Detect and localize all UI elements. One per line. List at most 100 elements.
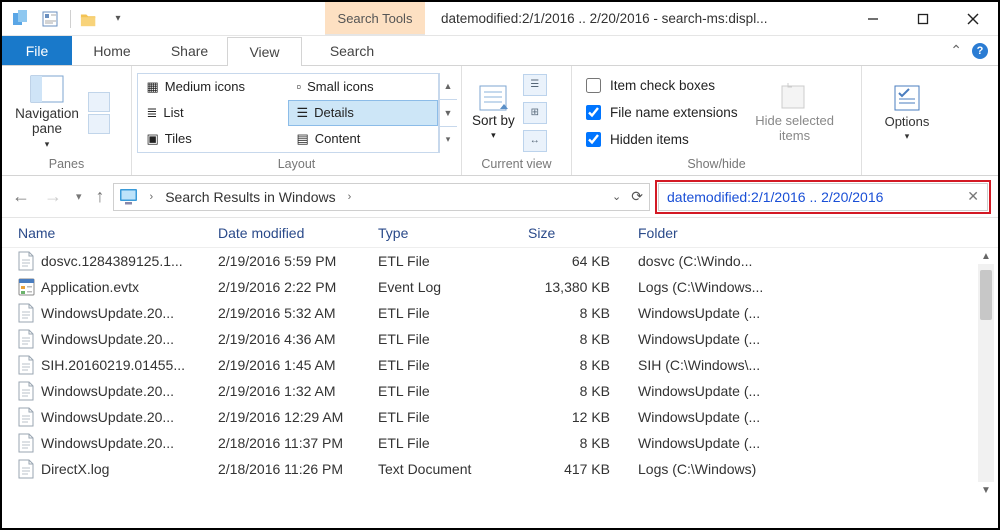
- recent-locations-button[interactable]: ▾: [76, 190, 82, 203]
- window-title: datemodified:2/1/2016 .. 2/20/2016 - sea…: [425, 2, 848, 35]
- file-name: DirectX.log: [41, 461, 109, 477]
- qat-customize-icon[interactable]: ▾: [107, 8, 129, 30]
- file-name: WindowsUpdate.20...: [41, 331, 174, 347]
- file-name: Application.evtx: [41, 279, 139, 295]
- new-folder-icon[interactable]: [79, 8, 101, 30]
- group-panes: Navigation pane ▾ Panes: [2, 66, 132, 175]
- tab-file[interactable]: File: [2, 36, 72, 65]
- address-bar[interactable]: › Search Results in Windows › ⌄ ⟳: [113, 183, 650, 211]
- file-row[interactable]: WindowsUpdate.20...2/18/2016 11:37 PMETL…: [2, 430, 998, 456]
- file-folder: Logs (C:\Windows...: [638, 279, 998, 295]
- file-folder: WindowsUpdate (...: [638, 409, 998, 425]
- quick-access-toolbar: ▾: [2, 2, 139, 35]
- breadcrumb-sep-icon[interactable]: ›: [344, 191, 356, 203]
- up-button[interactable]: ↑: [96, 186, 105, 207]
- group-current-view: Sort by ▾ ☰ ⊞ ↔ Current view: [462, 66, 572, 175]
- file-type: ETL File: [378, 409, 528, 425]
- maximize-button[interactable]: [898, 2, 948, 35]
- tab-search[interactable]: Search: [302, 36, 402, 65]
- search-input[interactable]: datemodified:2/1/2016 .. 2/20/2016 ✕: [658, 183, 988, 211]
- layout-gallery[interactable]: ▦Medium icons ▫Small icons ≣List ☰Detail…: [137, 73, 439, 153]
- scroll-up-icon[interactable]: ▲: [978, 248, 994, 264]
- file-folder: WindowsUpdate (...: [638, 331, 998, 347]
- hidden-items-toggle[interactable]: Hidden items: [582, 129, 738, 150]
- file-row[interactable]: WindowsUpdate.20...2/19/2016 1:32 AMETL …: [2, 378, 998, 404]
- size-columns-button[interactable]: ↔: [523, 130, 547, 152]
- file-row[interactable]: DirectX.log2/18/2016 11:26 PMText Docume…: [2, 456, 998, 482]
- file-date: 2/19/2016 12:29 AM: [218, 409, 378, 425]
- file-date: 2/19/2016 5:32 AM: [218, 305, 378, 321]
- file-row[interactable]: WindowsUpdate.20...2/19/2016 4:36 AMETL …: [2, 326, 998, 352]
- file-row[interactable]: WindowsUpdate.20...2/19/2016 5:32 AMETL …: [2, 300, 998, 326]
- file-type: ETL File: [378, 435, 528, 451]
- ribbon: Navigation pane ▾ Panes ▦Medium icons ▫S…: [2, 66, 998, 176]
- group-layout: ▦Medium icons ▫Small icons ≣List ☰Detail…: [132, 66, 462, 175]
- chevron-up-icon[interactable]: ▲: [440, 73, 457, 100]
- tab-view[interactable]: View: [227, 37, 302, 66]
- col-name[interactable]: Name: [18, 225, 218, 241]
- col-size[interactable]: Size: [528, 225, 638, 241]
- col-date[interactable]: Date modified: [218, 225, 378, 241]
- layout-list[interactable]: ≣List: [138, 100, 288, 126]
- file-date: 2/19/2016 1:32 AM: [218, 383, 378, 399]
- col-type[interactable]: Type: [378, 225, 528, 241]
- window-controls: [848, 2, 998, 35]
- file-list: dosvc.1284389125.1...2/19/2016 5:59 PMET…: [2, 248, 998, 498]
- file-name: SIH.20160219.01455...: [41, 357, 185, 373]
- layout-tiles[interactable]: ▣Tiles: [138, 126, 288, 152]
- file-row[interactable]: SIH.20160219.01455...2/19/2016 1:45 AMET…: [2, 352, 998, 378]
- options-button[interactable]: Options ▾: [872, 83, 942, 141]
- file-size: 8 KB: [528, 331, 638, 347]
- sort-by-button[interactable]: Sort by ▾: [472, 84, 515, 141]
- navigation-pane-button[interactable]: Navigation pane ▾: [12, 75, 82, 151]
- file-type: Event Log: [378, 279, 528, 295]
- vertical-scrollbar[interactable]: ▲ ▼: [978, 248, 994, 498]
- refresh-icon[interactable]: ⟳: [631, 188, 643, 205]
- item-check-boxes-toggle[interactable]: Item check boxes: [582, 75, 738, 96]
- file-row[interactable]: WindowsUpdate.20...2/19/2016 12:29 AMETL…: [2, 404, 998, 430]
- group-by-button[interactable]: ☰: [523, 74, 547, 96]
- properties-icon[interactable]: [40, 8, 62, 30]
- minimize-button[interactable]: [848, 2, 898, 35]
- layout-content[interactable]: ▤Content: [288, 126, 438, 152]
- breadcrumb[interactable]: Search Results in Windows: [163, 189, 337, 205]
- layout-details[interactable]: ☰Details: [288, 100, 438, 126]
- tab-share[interactable]: Share: [152, 36, 227, 65]
- ribbon-collapse-icon[interactable]: ⌃: [950, 42, 962, 59]
- back-button[interactable]: ←: [12, 186, 30, 207]
- help-icon[interactable]: ?: [972, 43, 988, 59]
- file-type: ETL File: [378, 253, 528, 269]
- scroll-thumb[interactable]: [980, 270, 992, 320]
- tab-home[interactable]: Home: [72, 36, 152, 65]
- file-size: 8 KB: [528, 383, 638, 399]
- file-date: 2/19/2016 1:45 AM: [218, 357, 378, 373]
- layout-gallery-scroll[interactable]: ▲ ▼ ▾: [439, 73, 457, 153]
- file-date: 2/18/2016 11:37 PM: [218, 435, 378, 451]
- scroll-down-icon[interactable]: ▼: [978, 482, 994, 498]
- add-columns-button[interactable]: ⊞: [523, 102, 547, 124]
- chevron-down-icon: ▾: [905, 132, 910, 142]
- file-icon: [18, 251, 35, 271]
- layout-small-icons[interactable]: ▫Small icons: [288, 74, 438, 100]
- close-button[interactable]: [948, 2, 998, 35]
- file-folder: Logs (C:\Windows): [638, 461, 998, 477]
- contextual-tab-search-tools[interactable]: Search Tools: [325, 2, 425, 35]
- titlebar: ▾ Search Tools datemodified:2/1/2016 .. …: [2, 2, 998, 36]
- pane-options: [88, 92, 110, 134]
- file-size: 417 KB: [528, 461, 638, 477]
- details-pane-button[interactable]: [88, 114, 110, 134]
- file-row[interactable]: Application.evtx2/19/2016 2:22 PMEvent L…: [2, 274, 998, 300]
- chevron-down-icon[interactable]: ▼: [440, 100, 457, 127]
- file-type: Text Document: [378, 461, 528, 477]
- preview-pane-button[interactable]: [88, 92, 110, 112]
- breadcrumb-sep-icon[interactable]: ›: [146, 191, 158, 203]
- file-row[interactable]: dosvc.1284389125.1...2/19/2016 5:59 PMET…: [2, 248, 998, 274]
- forward-button[interactable]: →: [44, 186, 62, 207]
- clear-search-icon[interactable]: ✕: [967, 188, 979, 205]
- col-folder[interactable]: Folder: [638, 225, 998, 241]
- file-icon: [18, 381, 35, 401]
- file-name-extensions-toggle[interactable]: File name extensions: [582, 102, 738, 123]
- expand-icon[interactable]: ▾: [440, 127, 457, 153]
- address-dropdown-icon[interactable]: ⌄: [612, 190, 621, 203]
- layout-medium-icons[interactable]: ▦Medium icons: [138, 74, 288, 100]
